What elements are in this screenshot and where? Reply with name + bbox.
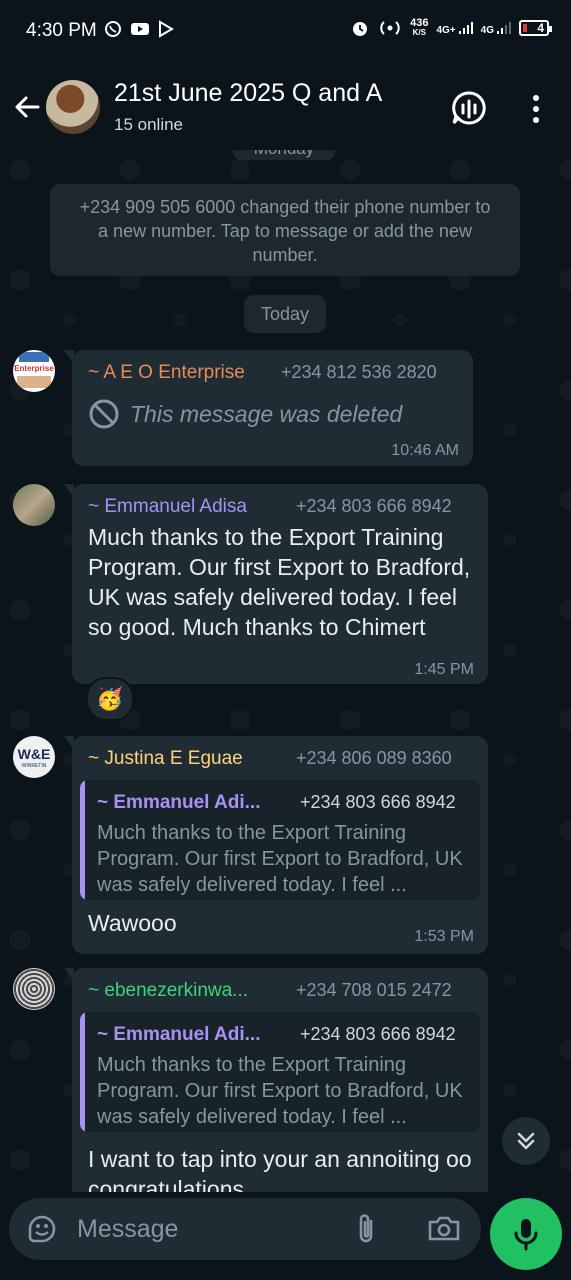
- group-title[interactable]: 21st June 2025 Q and A: [114, 79, 382, 108]
- message-placeholder: Message: [77, 1215, 179, 1243]
- sender-name[interactable]: ~ Emmanuel Adisa: [88, 496, 247, 518]
- voice-chat-icon: [452, 91, 486, 125]
- attach-button[interactable]: [353, 1212, 379, 1251]
- status-time: 4:30 PM: [26, 20, 97, 41]
- avatar[interactable]: W&E WINRETIN: [13, 736, 55, 778]
- message-bubble[interactable]: ~ Justina E Eguae +234 806 089 8360 ~ Em…: [64, 736, 488, 954]
- reaction-badge[interactable]: 🥳: [86, 677, 134, 721]
- quoted-sender: ~ Emmanuel Adi...: [97, 792, 261, 813]
- quoted-sender: ~ Emmanuel Adi...: [97, 1024, 261, 1045]
- avatar[interactable]: [13, 968, 55, 1010]
- quoted-message[interactable]: ~ Emmanuel Adi... +234 803 666 8942 Much…: [80, 780, 480, 900]
- status-right: 436 K/S 4G+ 4G 4: [350, 17, 552, 38]
- arrow-left-icon: [15, 96, 40, 118]
- sticker-icon: [28, 1215, 56, 1243]
- more-options-button[interactable]: [526, 94, 546, 129]
- system-message[interactable]: +234 909 505 6000 changed their phone nu…: [50, 184, 520, 276]
- chat-header: 21st June 2025 Q and A 15 online: [0, 62, 571, 150]
- sender-phone[interactable]: +234 806 089 8360: [296, 748, 452, 769]
- whatsapp-icon: [105, 21, 121, 37]
- more-vertical-icon: [533, 95, 539, 123]
- voice-chat-button[interactable]: [450, 90, 488, 133]
- message-bubble[interactable]: ~ Emmanuel Adisa +234 803 666 8942 Much …: [64, 484, 488, 684]
- message-text: Wawooo: [88, 910, 177, 936]
- date-divider-previous: Monday: [233, 150, 335, 160]
- status-bar: 4:30 PM 436 K/S 4G+ 4G 4: [0, 0, 571, 62]
- avatar[interactable]: Enterprise: [13, 350, 55, 392]
- online-count[interactable]: 15 online: [114, 115, 183, 135]
- sender-name[interactable]: ~ Justina E Eguae: [88, 748, 243, 770]
- sender-phone[interactable]: +234 708 015 2472: [296, 980, 452, 1001]
- message-text: Much thanks to the Export Training Progr…: [88, 524, 471, 640]
- message-bubble[interactable]: ~ A E O Enterprise +234 812 536 2820 Thi…: [64, 350, 473, 466]
- blocked-icon: [89, 399, 119, 429]
- message-text: I want to tap into your an annoiting oo …: [88, 1146, 472, 1192]
- paperclip-icon: [359, 1214, 373, 1243]
- composer-bar: Message: [0, 1192, 571, 1280]
- voice-record-button[interactable]: [490, 1198, 562, 1270]
- quoted-phone: +234 803 666 8942: [300, 792, 456, 812]
- signal-1: 4G+: [436, 20, 473, 36]
- battery-icon: 4: [519, 20, 552, 36]
- quoted-text: Much thanks to the Export Training Progr…: [97, 822, 463, 896]
- message-time: 1:45 PM: [414, 661, 474, 678]
- sender-phone[interactable]: +234 812 536 2820: [281, 362, 437, 383]
- scroll-to-bottom-button[interactable]: [502, 1117, 550, 1165]
- back-button[interactable]: [12, 92, 42, 127]
- status-app-icons: [104, 20, 174, 38]
- network-speed: 436 K/S: [410, 17, 429, 38]
- camera-icon: [428, 1216, 460, 1241]
- double-chevron-down-icon: [517, 1132, 535, 1150]
- hotspot-icon: [380, 21, 400, 35]
- sender-name[interactable]: ~ A E O Enterprise: [88, 362, 245, 384]
- sender-name[interactable]: ~ ebenezerkinwa...: [88, 980, 248, 1002]
- youtube-icon: [131, 23, 149, 35]
- emoji-button[interactable]: [25, 1212, 59, 1251]
- message-list[interactable]: Monday +234 909 505 6000 changed their p…: [0, 150, 571, 1192]
- play-store-icon: [159, 20, 174, 38]
- sender-phone[interactable]: +234 803 666 8942: [296, 496, 452, 517]
- message-bubble[interactable]: ~ ebenezerkinwa... +234 708 015 2472 ~ E…: [64, 968, 488, 1192]
- signal-icon: [458, 22, 473, 34]
- message-time: 10:46 AM: [391, 442, 459, 459]
- avatar[interactable]: [13, 484, 55, 526]
- quoted-phone: +234 803 666 8942: [300, 1024, 456, 1044]
- date-divider-today: Today: [244, 295, 326, 333]
- camera-button[interactable]: [427, 1213, 461, 1248]
- signal-2: 4G: [481, 20, 511, 36]
- quoted-text: Much thanks to the Export Training Progr…: [97, 1054, 463, 1128]
- group-avatar[interactable]: [46, 80, 100, 134]
- microphone-icon: [514, 1219, 538, 1251]
- deleted-message: This message was deleted: [88, 398, 402, 430]
- message-time: 1:53 PM: [414, 928, 474, 945]
- message-input[interactable]: Message: [9, 1198, 481, 1260]
- alarm-icon: [353, 22, 368, 36]
- quoted-message[interactable]: ~ Emmanuel Adi... +234 803 666 8942 Much…: [80, 1012, 480, 1132]
- signal-icon: [497, 22, 511, 34]
